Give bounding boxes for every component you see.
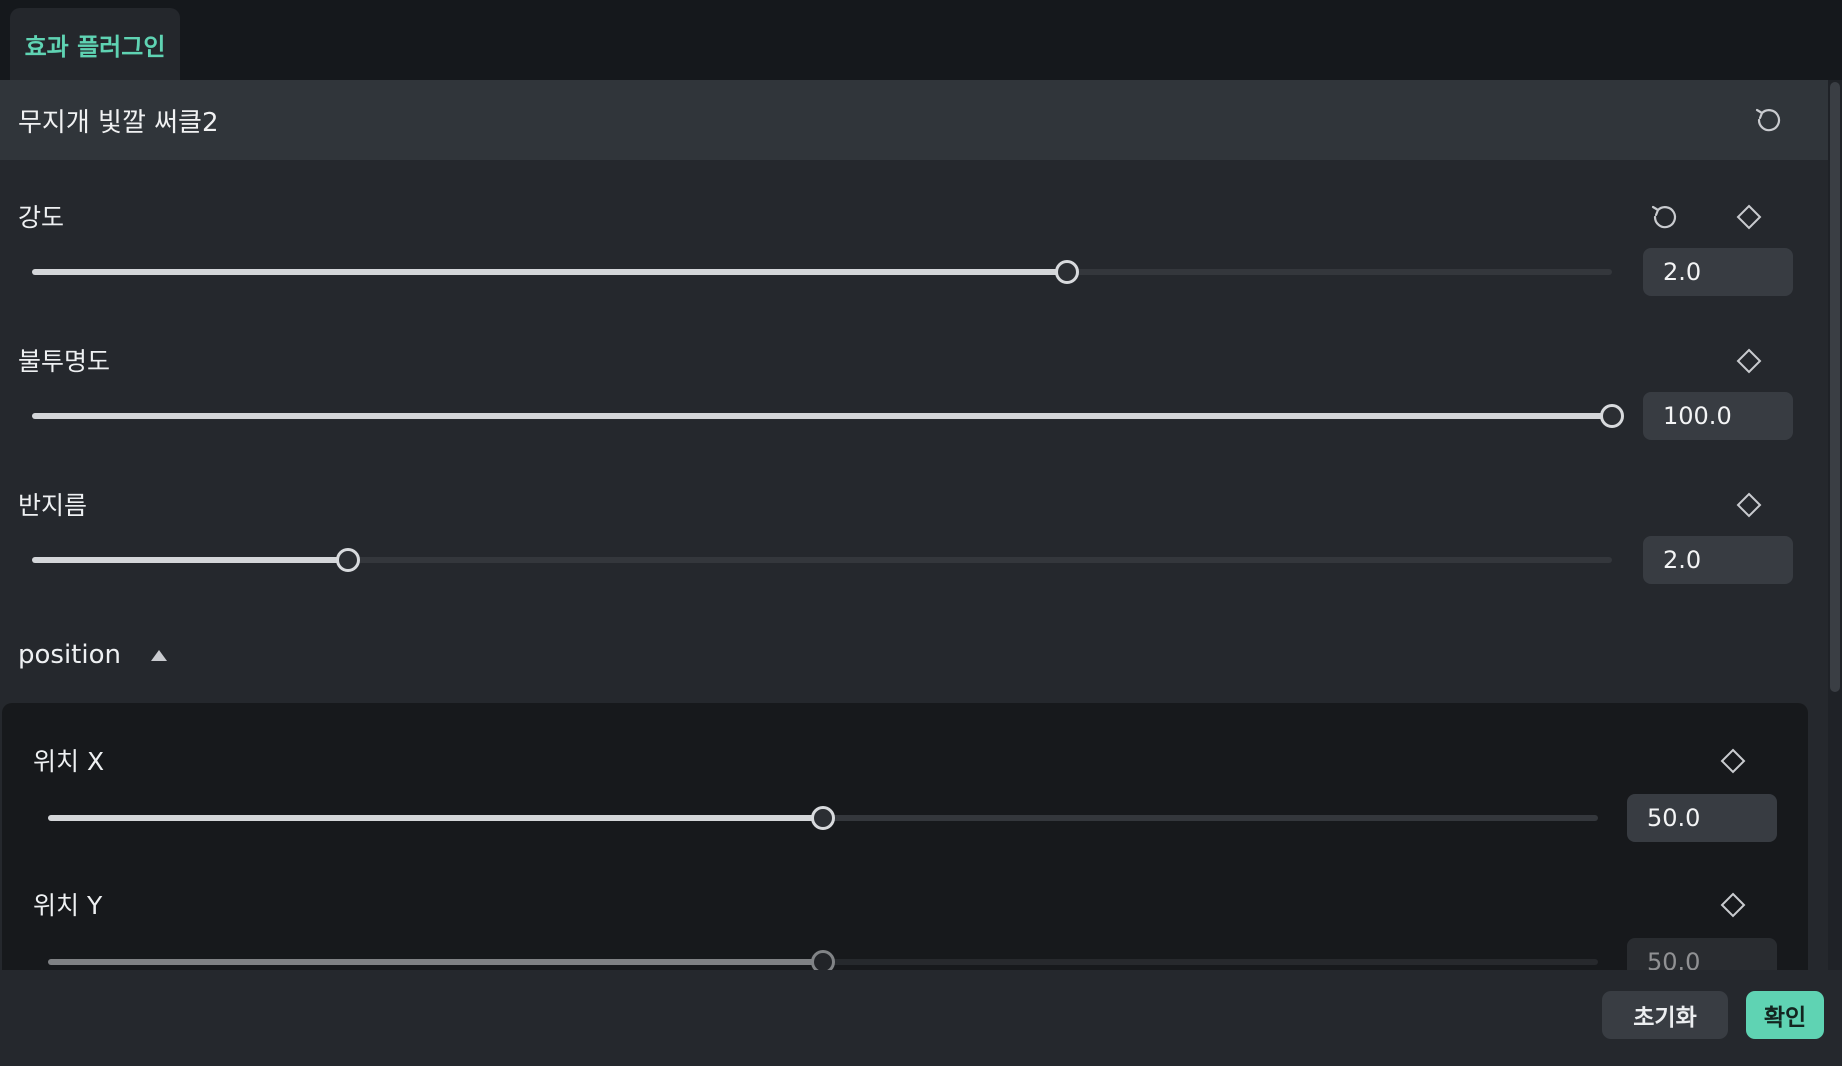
intensity-value-field[interactable]: 2.0 xyxy=(1643,248,1793,296)
tab-effect-plugins[interactable]: 효과 플러그인 xyxy=(10,8,180,80)
caret-up-icon xyxy=(150,649,167,661)
intensity-keyframe-button[interactable] xyxy=(1730,198,1768,236)
keyframe-diamond-icon xyxy=(1720,892,1746,918)
slider-thumb[interactable] xyxy=(811,806,835,830)
intensity-slider[interactable] xyxy=(32,260,1612,284)
radius-slider[interactable] xyxy=(32,548,1612,572)
position-x-keyframe-button[interactable] xyxy=(1714,742,1752,780)
reset-icon xyxy=(1755,108,1781,132)
keyframe-diamond-icon xyxy=(1736,348,1762,374)
position-group-panel: 위치 X 50.0 위치 Y 50.0 xyxy=(2,703,1808,980)
slider-fill xyxy=(32,557,348,563)
slider-fill xyxy=(48,959,823,965)
position-group-label: position xyxy=(18,640,121,670)
slider-thumb[interactable] xyxy=(1600,404,1624,428)
effect-header: 무지개 빛깔 써클2 xyxy=(0,80,1828,160)
keyframe-diamond-icon xyxy=(1720,748,1746,774)
tab-bar: 효과 플러그인 xyxy=(0,0,1842,80)
slider-thumb[interactable] xyxy=(1054,260,1079,284)
radius-keyframe-button[interactable] xyxy=(1730,486,1768,524)
slider-thumb[interactable] xyxy=(336,548,360,572)
opacity-value-field[interactable]: 100.0 xyxy=(1643,392,1793,440)
param-label-intensity: 강도 xyxy=(18,203,65,232)
position-x-value-field[interactable]: 50.0 xyxy=(1627,794,1777,842)
position-x-slider[interactable] xyxy=(48,806,1598,830)
slider-fill xyxy=(48,815,823,821)
param-label-opacity: 불투명도 xyxy=(18,347,111,376)
effect-panel: 무지개 빛깔 써클2 강도 2.0 불투명도 100.0 반지름 2.0 pos… xyxy=(0,80,1828,980)
radius-value-field[interactable]: 2.0 xyxy=(1643,536,1793,584)
param-label-position-x: 위치 X xyxy=(33,747,105,776)
effect-title: 무지개 빛깔 써클2 xyxy=(18,107,219,138)
reset-all-button[interactable]: 초기화 xyxy=(1602,991,1728,1039)
keyframe-diamond-icon xyxy=(1736,492,1762,518)
slider-fill xyxy=(32,413,1612,419)
opacity-slider[interactable] xyxy=(32,404,1624,428)
slider-fill xyxy=(32,269,1067,275)
position-group-toggle[interactable]: position xyxy=(18,640,167,670)
keyframe-diamond-icon xyxy=(1736,204,1762,230)
position-y-keyframe-button[interactable] xyxy=(1714,886,1752,924)
confirm-button[interactable]: 확인 xyxy=(1746,991,1824,1039)
footer-actions: 초기화 확인 xyxy=(0,970,1842,1066)
reset-icon xyxy=(1651,205,1677,229)
effect-reset-button[interactable] xyxy=(1750,101,1788,139)
opacity-keyframe-button[interactable] xyxy=(1730,342,1768,380)
param-label-radius: 반지름 xyxy=(18,491,88,520)
panel-scrollbar[interactable] xyxy=(1830,82,1840,692)
intensity-reset-button[interactable] xyxy=(1646,198,1684,236)
param-label-position-y: 위치 Y xyxy=(33,891,103,920)
